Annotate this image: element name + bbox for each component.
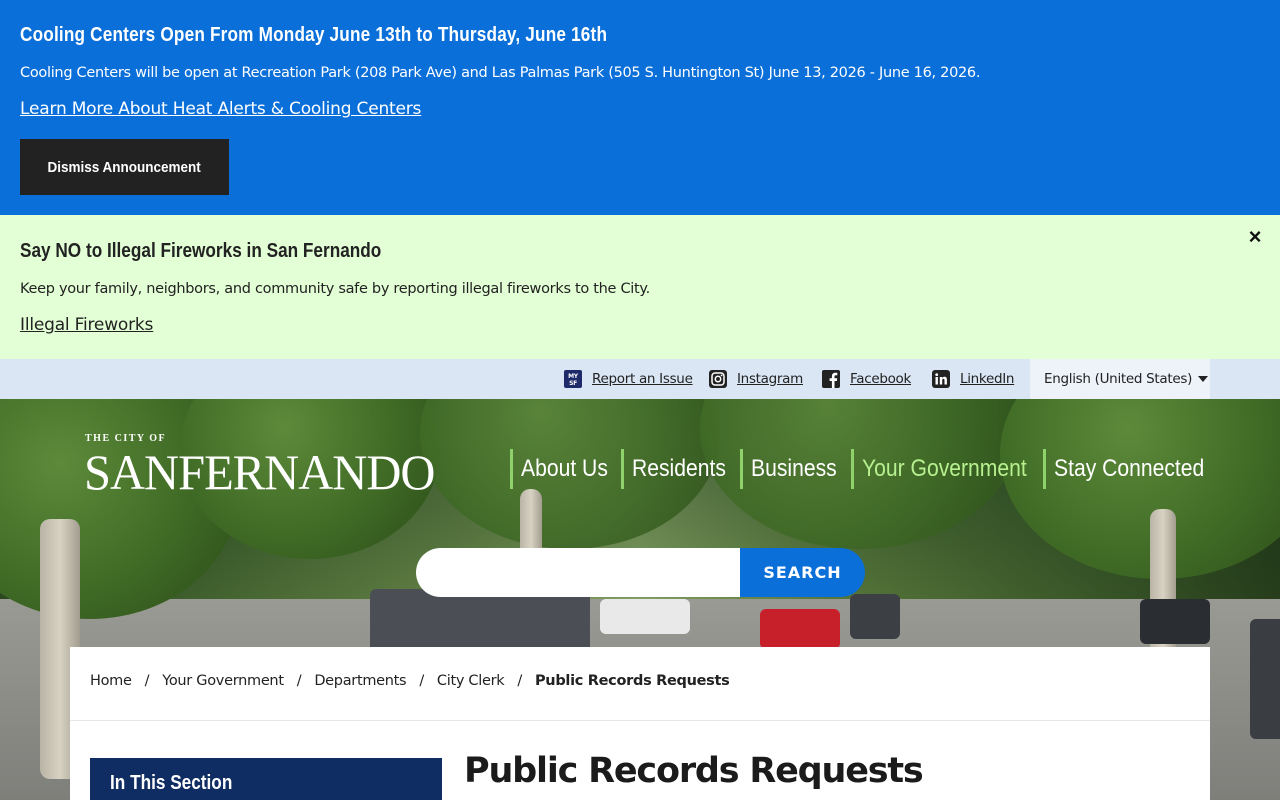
- nav-business[interactable]: Business: [740, 449, 848, 489]
- nav-residents[interactable]: Residents: [621, 449, 739, 489]
- nav-about-us[interactable]: About Us: [510, 449, 620, 489]
- breadcrumb-your-government[interactable]: Your Government: [162, 673, 284, 689]
- svg-text:MY: MY: [568, 373, 579, 380]
- in-this-section-panel: In This Section: [90, 758, 442, 800]
- language-select[interactable]: English (United States): [1030, 359, 1210, 399]
- content-card: Home / Your Government / Departments / C…: [70, 647, 1210, 800]
- facebook-label: Facebook: [850, 371, 912, 387]
- instagram-link[interactable]: Instagram: [709, 369, 803, 389]
- chevron-down-icon: [1198, 376, 1209, 382]
- nav-label: About Us: [521, 455, 608, 482]
- hero-car: [600, 599, 690, 634]
- breadcrumb-separator: /: [419, 673, 424, 689]
- logo-big-text: SANFERNANDO: [84, 444, 435, 500]
- facebook-icon: [822, 370, 840, 388]
- cooling-centers-announcement: Cooling Centers Open From Monday June 13…: [0, 0, 1280, 215]
- breadcrumb-city-clerk[interactable]: City Clerk: [437, 673, 505, 689]
- svg-text:SF: SF: [569, 380, 577, 387]
- search-button[interactable]: SEARCH: [740, 548, 865, 597]
- breadcrumb: Home / Your Government / Departments / C…: [90, 673, 730, 689]
- section-heading: In This Section: [110, 772, 233, 794]
- nav-your-government[interactable]: Your Government: [851, 449, 1049, 489]
- breadcrumb-home[interactable]: Home: [90, 673, 132, 689]
- breadcrumb-separator: /: [296, 673, 302, 689]
- divider: [70, 720, 1210, 721]
- linkedin-icon: [932, 370, 950, 388]
- instagram-icon: [709, 370, 727, 388]
- facebook-link[interactable]: Facebook: [822, 369, 911, 389]
- nav-label: Residents: [632, 455, 726, 482]
- breadcrumb-separator: /: [144, 673, 150, 689]
- hero-car: [1250, 619, 1280, 739]
- nav-stay-connected[interactable]: Stay Connected: [1043, 449, 1225, 489]
- instagram-label: Instagram: [737, 371, 803, 387]
- hero-car: [850, 594, 900, 639]
- breadcrumb-separator: /: [517, 673, 522, 689]
- report-issue-label: Report an Issue: [592, 371, 693, 387]
- announcement-body: Keep your family, neighbors, and communi…: [20, 281, 650, 297]
- utility-bar: MY SF Report an Issue Instagram Facebook …: [0, 359, 1280, 399]
- dismiss-announcement-button[interactable]: Dismiss Announcement: [20, 139, 229, 195]
- fireworks-announcement: Say NO to Illegal Fireworks in San Ferna…: [0, 215, 1280, 359]
- announcement-body: Cooling Centers will be open at Recreati…: [20, 65, 981, 81]
- page-title: Public Records Requests: [464, 751, 924, 791]
- dismiss-label: Dismiss Announcement: [47, 158, 202, 176]
- hero-car: [760, 609, 840, 649]
- announcement-title: Cooling Centers Open From Monday June 13…: [20, 24, 608, 46]
- linkedin-link[interactable]: LinkedIn: [932, 369, 1014, 389]
- heat-alerts-link[interactable]: Learn More About Heat Alerts & Cooling C…: [20, 99, 421, 119]
- search-input[interactable]: [416, 548, 756, 597]
- illegal-fireworks-link[interactable]: Illegal Fireworks: [20, 315, 153, 335]
- close-icon[interactable]: ×: [1243, 225, 1267, 249]
- nav-label: Business: [751, 455, 837, 482]
- hero-tree: [1000, 399, 1280, 579]
- report-issue-link[interactable]: MY SF Report an Issue: [564, 369, 693, 389]
- announcement-title: Say NO to Illegal Fireworks in San Ferna…: [20, 240, 382, 262]
- nav-label: Your Government: [862, 455, 1027, 482]
- city-logo[interactable]: THE CITY OF SANFERNANDO: [84, 433, 435, 505]
- mysf-icon: MY SF: [564, 370, 582, 388]
- breadcrumb-departments[interactable]: Departments: [314, 673, 406, 689]
- language-label: English (United States): [1044, 371, 1193, 387]
- hero-car: [1140, 599, 1210, 644]
- linkedin-label: LinkedIn: [960, 371, 1015, 387]
- nav-label: Stay Connected: [1054, 455, 1205, 482]
- site-search: SEARCH: [416, 548, 865, 597]
- breadcrumb-current: Public Records Requests: [534, 673, 730, 689]
